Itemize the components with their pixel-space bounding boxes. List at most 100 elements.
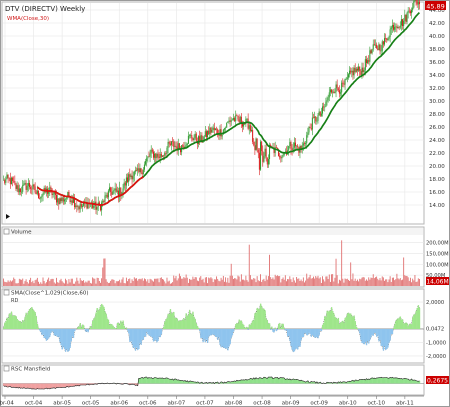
candle-body — [24, 182, 26, 184]
volume-collapse-icon[interactable] — [3, 228, 10, 235]
candle-body — [133, 171, 135, 176]
sma-area-bar — [125, 327, 128, 329]
rsc-collapse-icon[interactable] — [3, 365, 10, 372]
volume-bar — [269, 254, 270, 286]
volume-bar — [78, 283, 80, 286]
volume-bar — [298, 278, 300, 286]
volume-bar — [29, 279, 30, 286]
candle-body — [112, 190, 114, 195]
sma-area-bar — [418, 307, 421, 329]
sma-area-bar — [74, 329, 76, 332]
candle-body — [63, 199, 65, 202]
candle-body — [116, 190, 118, 192]
candle-body — [13, 180, 15, 182]
price-panel: 44.0042.0040.0038.0036.0034.0032.0030.00… — [1, 0, 446, 225]
volume-bar — [68, 279, 70, 286]
volume-bar — [194, 277, 196, 286]
volume-bar — [102, 267, 104, 286]
candle-body — [154, 153, 156, 158]
volume-bar — [72, 283, 74, 286]
candle-body — [257, 149, 259, 153]
volume-bar — [393, 277, 394, 286]
candle-body — [293, 142, 295, 148]
volume-bar — [255, 282, 257, 286]
volume-bar — [335, 258, 337, 286]
volume-bar — [22, 278, 24, 286]
volume-bar — [418, 279, 420, 286]
sma-collapse-icon[interactable] — [3, 289, 10, 296]
candle-body — [35, 192, 37, 194]
price-tick-label: 20.00 — [429, 164, 445, 170]
candle-body — [411, 9, 413, 14]
volume-bar — [66, 280, 68, 286]
candle-body — [28, 183, 30, 188]
candle-body — [66, 197, 68, 199]
candle-body — [303, 143, 305, 144]
candle-body — [213, 127, 215, 131]
candle-body — [342, 82, 344, 84]
candle-body — [235, 115, 237, 122]
candle-body — [318, 111, 320, 116]
x-tick-label: abr-11 — [396, 401, 414, 407]
volume-bar — [214, 279, 216, 286]
candle-body — [70, 200, 72, 202]
volume-bar — [49, 281, 51, 286]
candle-body — [356, 68, 358, 71]
volume-bar — [200, 276, 202, 286]
candle-body — [260, 141, 262, 170]
candle-body — [81, 205, 83, 207]
volume-bar — [92, 277, 94, 286]
volume-bar — [234, 278, 236, 286]
volume-bar — [350, 262, 352, 286]
volume-bar — [244, 280, 246, 286]
volume-bar — [324, 281, 326, 286]
candle-body — [266, 157, 268, 165]
candle-body — [365, 59, 367, 64]
volume-bar — [155, 278, 157, 286]
volume-bar — [236, 279, 238, 286]
volume-bar — [36, 277, 38, 286]
candle-body — [155, 153, 157, 159]
volume-bar — [132, 281, 134, 286]
candle-body — [145, 161, 147, 165]
candle-body — [349, 70, 351, 75]
candle-body — [152, 151, 154, 158]
candle-body — [4, 179, 6, 183]
candle-body — [261, 141, 263, 151]
volume-bar — [34, 280, 36, 286]
volume-bar — [186, 277, 188, 286]
candle-body — [258, 152, 260, 170]
volume-bar — [408, 280, 410, 286]
volume-bar — [280, 282, 282, 286]
volume-bar — [398, 279, 400, 286]
candle-body — [214, 128, 216, 131]
candle-body — [227, 121, 229, 123]
volume-bar — [389, 276, 391, 286]
candle-body — [280, 157, 282, 159]
candle-body — [262, 150, 264, 162]
volume-bar — [174, 278, 176, 286]
volume-bar — [239, 281, 241, 286]
volume-bar — [205, 277, 207, 286]
volume-bar — [245, 275, 247, 286]
candle-body — [148, 156, 150, 158]
candle-body — [334, 91, 336, 94]
candle-body — [332, 91, 334, 93]
volume-bar — [266, 279, 268, 286]
price-tick-label: 34.00 — [429, 73, 445, 79]
candle-body — [160, 154, 162, 157]
candle-body — [107, 190, 109, 198]
volume-bar — [51, 278, 53, 286]
volume-bar — [167, 281, 169, 286]
volume-bar — [16, 283, 18, 286]
volume-bar — [406, 275, 408, 286]
candle-body — [391, 24, 393, 28]
volume-bar — [3, 278, 5, 286]
candle-body — [377, 48, 379, 50]
volume-panel-frame — [1, 226, 425, 288]
candle-body — [158, 156, 160, 159]
volume-bar — [124, 283, 126, 286]
volume-bar — [88, 280, 90, 286]
candle-body — [386, 38, 388, 41]
candle-body — [52, 193, 54, 195]
